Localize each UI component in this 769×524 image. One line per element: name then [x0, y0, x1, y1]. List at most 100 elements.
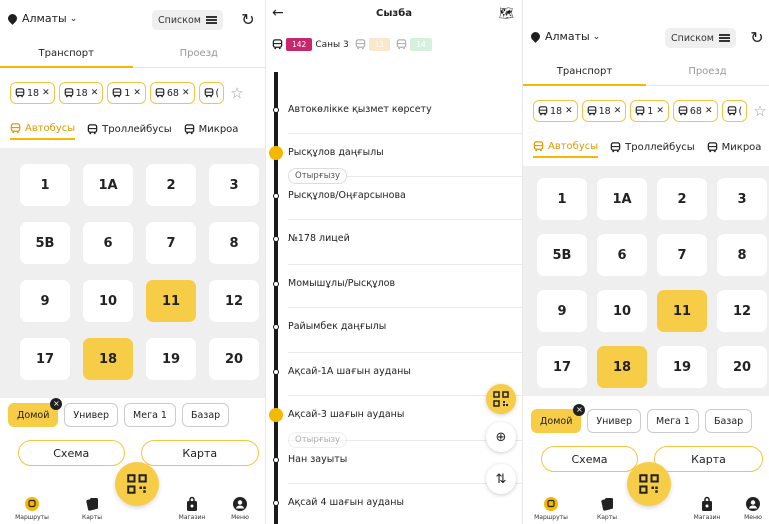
nav-item[interactable]: Маршруты: [10, 496, 54, 521]
route-chip[interactable]: 1 ✕: [630, 100, 669, 122]
quick-place-button[interactable]: Домой ×: [8, 398, 63, 427]
route-number-tile[interactable]: 1А: [597, 178, 647, 220]
route-number-tile[interactable]: 18: [597, 346, 647, 388]
nav-item[interactable]: Карты: [70, 496, 114, 521]
city-selector[interactable]: Алматы ⌄: [6, 12, 77, 25]
transport-type-tab[interactable]: Микроа: [184, 124, 238, 139]
scheme-button[interactable]: Схема: [18, 440, 125, 466]
remove-x-icon[interactable]: ✕: [42, 88, 50, 98]
transport-type-tab[interactable]: Микроа: [707, 142, 761, 157]
tab-transport[interactable]: Транспорт: [0, 42, 133, 68]
route-chip[interactable]: 18 ✕: [10, 82, 55, 104]
scheme-button[interactable]: Схема: [541, 446, 638, 472]
star-icon[interactable]: ☆: [753, 102, 766, 120]
quick-place-button[interactable]: Мега 1: [647, 409, 699, 433]
route-chip[interactable]: (: [198, 82, 225, 104]
route-chip[interactable]: (: [721, 100, 748, 122]
stop-name[interactable]: Нан зауыты: [288, 454, 516, 465]
tab-transport[interactable]: Транспорт: [523, 60, 646, 86]
route-number-tile[interactable]: 19: [146, 338, 196, 380]
transport-type-tab[interactable]: Троллейбусы: [610, 142, 695, 157]
route-chip[interactable]: 18 ✕: [58, 82, 104, 104]
route-number-tile[interactable]: 10: [83, 280, 133, 322]
route-number-tile[interactable]: 20: [209, 338, 259, 380]
route-number-tile[interactable]: 17: [537, 346, 587, 388]
vehicle-tag[interactable]: 11: [355, 38, 391, 51]
route-number-tile[interactable]: 10: [597, 290, 647, 332]
map-button[interactable]: Карта: [654, 446, 763, 472]
vehicle-tag[interactable]: 14: [396, 38, 432, 51]
nav-item[interactable]: Меню: [731, 496, 769, 521]
close-badge-icon[interactable]: ×: [50, 398, 63, 410]
list-view-button[interactable]: Списком: [152, 10, 223, 30]
stop-name[interactable]: Райымбек даңғылы: [288, 321, 516, 332]
route-number-tile[interactable]: 12: [209, 280, 259, 322]
list-view-button[interactable]: Списком: [665, 28, 736, 48]
route-number-tile[interactable]: 6: [83, 222, 133, 264]
route-number-tile[interactable]: 6: [597, 234, 647, 276]
remove-x-icon[interactable]: ✕: [614, 106, 622, 116]
qr-scan-button[interactable]: [115, 462, 159, 506]
route-number-tile[interactable]: 2: [146, 164, 196, 206]
stop-name[interactable]: Ақсай-3 шағын ауданы: [288, 409, 516, 420]
route-number-tile[interactable]: 11: [146, 280, 196, 322]
route-chip[interactable]: 68 ✕: [149, 82, 195, 104]
route-number-tile[interactable]: 2: [657, 178, 707, 220]
route-number-tile[interactable]: 3: [717, 178, 767, 220]
route-chip[interactable]: 18 ✕: [581, 100, 627, 122]
nav-item[interactable]: Карты: [585, 496, 629, 521]
route-number-tile[interactable]: 18: [83, 338, 133, 380]
route-number-tile[interactable]: 3: [209, 164, 259, 206]
nav-item[interactable]: Магазин: [685, 496, 729, 521]
tab-fare[interactable]: Проезд: [646, 60, 769, 86]
remove-x-icon[interactable]: ✕: [705, 106, 713, 116]
refresh-icon[interactable]: ↻: [747, 28, 767, 48]
route-number-tile[interactable]: 1: [20, 164, 70, 206]
remove-x-icon[interactable]: ✕: [91, 88, 99, 98]
locate-me-button[interactable]: ⊕: [486, 422, 516, 452]
stop-name[interactable]: Ақсай 4 шағын ауданы: [288, 497, 516, 508]
map-icon[interactable]: 🗺: [499, 6, 514, 20]
stop-name[interactable]: Рысқұлов даңғылы: [288, 147, 516, 158]
quick-place-button[interactable]: Базар: [181, 403, 230, 427]
route-number-tile[interactable]: 19: [657, 346, 707, 388]
quick-place-button[interactable]: Домой ×: [531, 404, 586, 433]
route-number-tile[interactable]: 7: [657, 234, 707, 276]
route-number-tile[interactable]: 5В: [20, 222, 70, 264]
quick-place-button[interactable]: Базар: [704, 409, 753, 433]
qr-scan-button[interactable]: [486, 384, 516, 414]
nav-item[interactable]: Меню: [218, 496, 262, 521]
route-chip[interactable]: 18 ✕: [533, 100, 578, 122]
vehicle-tag[interactable]: 142 Саны 3: [272, 38, 349, 51]
quick-place-button[interactable]: Универ: [587, 409, 642, 433]
remove-x-icon[interactable]: ✕: [133, 88, 141, 98]
route-number-tile[interactable]: 5В: [537, 234, 587, 276]
route-number-tile[interactable]: 1А: [83, 164, 133, 206]
route-number-tile[interactable]: 17: [20, 338, 70, 380]
route-chip[interactable]: 1 ✕: [107, 82, 146, 104]
stop-name[interactable]: №178 лицей: [288, 233, 516, 244]
route-number-tile[interactable]: 8: [717, 234, 767, 276]
quick-place-button[interactable]: Мега 1: [124, 403, 176, 427]
route-number-tile[interactable]: 8: [209, 222, 259, 264]
nav-item[interactable]: Магазин: [170, 496, 214, 521]
route-number-tile[interactable]: 9: [537, 290, 587, 332]
route-number-tile[interactable]: 1: [537, 178, 587, 220]
remove-x-icon[interactable]: ✕: [565, 106, 573, 116]
stop-name[interactable]: Рысқұлов/Оңғарсынова: [288, 190, 516, 201]
refresh-icon[interactable]: ↻: [238, 10, 258, 30]
nav-item[interactable]: Маршруты: [529, 496, 573, 521]
route-number-tile[interactable]: 11: [657, 290, 707, 332]
route-number-tile[interactable]: 20: [717, 346, 767, 388]
remove-x-icon[interactable]: ✕: [182, 88, 190, 98]
route-number-tile[interactable]: 9: [20, 280, 70, 322]
stop-name[interactable]: Момышұлы/Рысқұлов: [288, 278, 516, 289]
stop-name[interactable]: Автокөлікке қызмет көрсету: [288, 104, 516, 115]
quick-place-button[interactable]: Универ: [64, 403, 119, 427]
star-icon[interactable]: ☆: [230, 84, 243, 102]
qr-scan-button[interactable]: [627, 462, 671, 506]
transport-type-tab[interactable]: Автобусы: [533, 141, 599, 158]
route-number-tile[interactable]: 7: [146, 222, 196, 264]
swap-direction-button[interactable]: ⇅: [486, 464, 516, 494]
stop-name[interactable]: Ақсай-1А шағын ауданы: [288, 366, 516, 377]
